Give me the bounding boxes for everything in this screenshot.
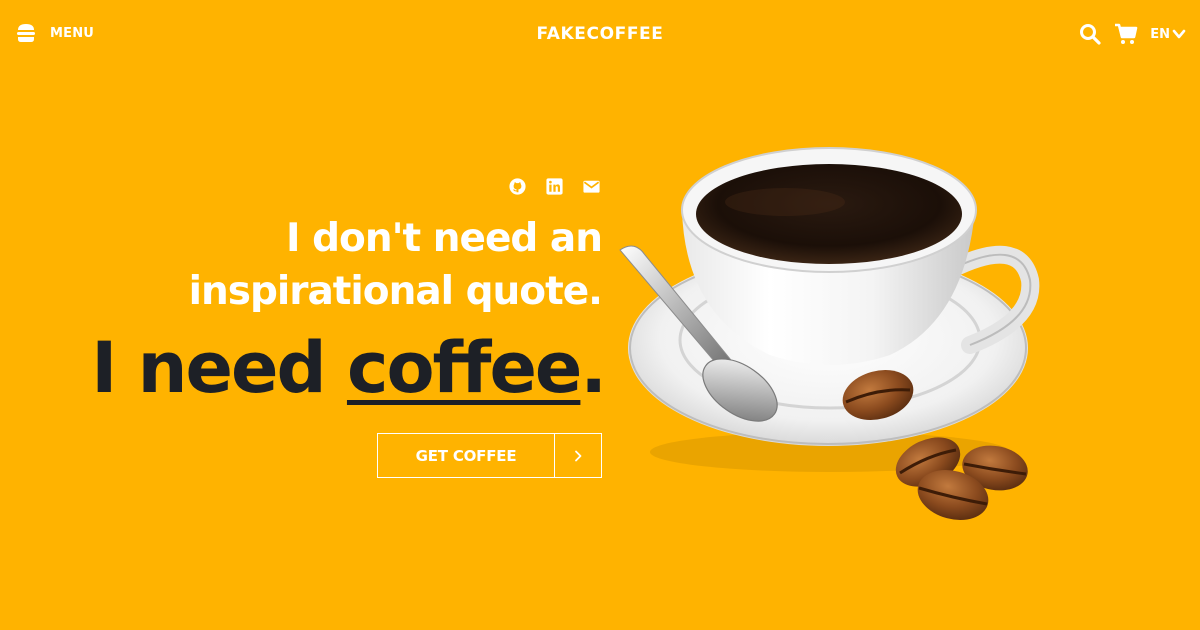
- social-links: [508, 177, 601, 196]
- cart-icon[interactable]: [1114, 22, 1138, 46]
- nav-actions: EN: [1078, 22, 1186, 46]
- quote-line-1: I don't need an: [286, 216, 603, 261]
- cta-arrow: [554, 434, 601, 477]
- coffee-cup-illustration: [619, 147, 1040, 520]
- top-navigation: MENU FAKECOFFEE EN: [0, 0, 1200, 70]
- language-selector[interactable]: EN: [1150, 27, 1186, 42]
- headline-post: .: [580, 327, 607, 409]
- search-icon[interactable]: [1078, 22, 1102, 46]
- chevron-right-icon: [575, 450, 582, 461]
- github-icon[interactable]: [508, 177, 527, 196]
- mail-icon[interactable]: [582, 177, 601, 196]
- headline: I need coffee.: [60, 326, 607, 410]
- quote-line-2: inspirational quote.: [188, 269, 603, 314]
- chevron-down-icon: [1172, 29, 1186, 39]
- language-label: EN: [1150, 26, 1170, 42]
- linkedin-icon[interactable]: [545, 177, 564, 196]
- brand-wrapper: FAKECOFFEE: [0, 24, 1200, 44]
- get-coffee-button[interactable]: GET COFFEE: [377, 433, 602, 478]
- headline-highlight: coffee: [346, 327, 582, 409]
- get-coffee-label: GET COFFEE: [415, 446, 517, 465]
- brand-logo-text[interactable]: FAKECOFFEE: [537, 24, 664, 44]
- headline-pre: I need: [91, 327, 347, 409]
